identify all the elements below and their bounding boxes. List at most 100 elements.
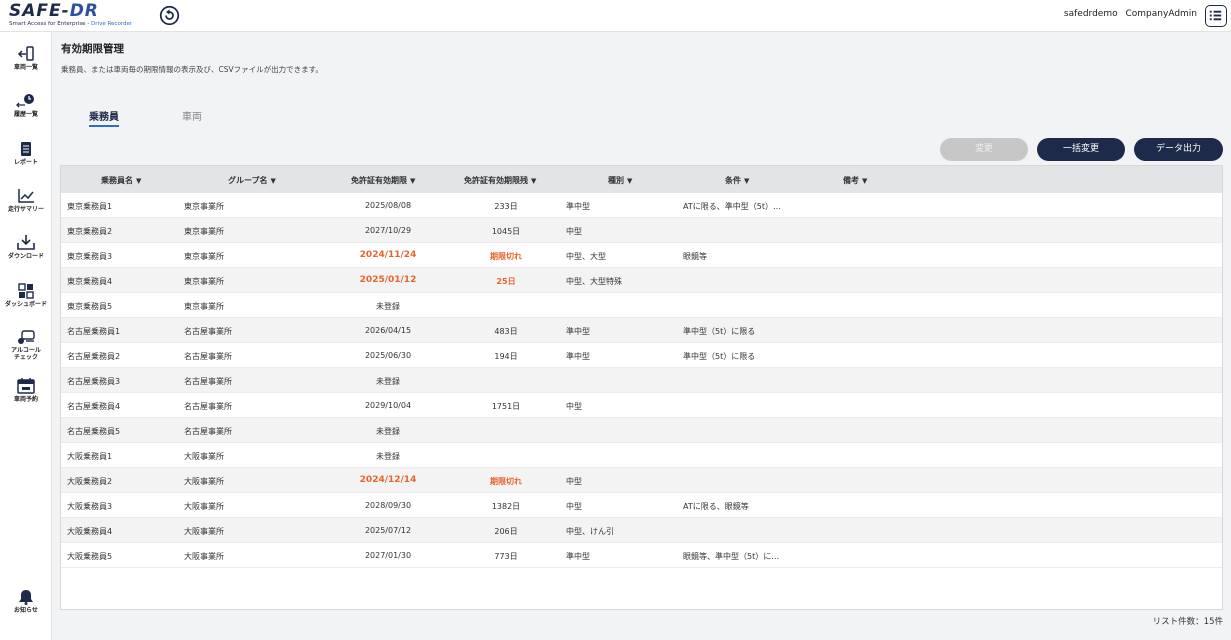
cell-expiry: 2025/08/08 — [364, 201, 412, 210]
cell-condition: 準中型（5t）に限る — [683, 352, 756, 361]
change-button[interactable]: 変更 — [940, 138, 1028, 161]
table-row[interactable]: 名古屋乗務員5 名古屋事業所 未登録 — [61, 418, 1222, 443]
page-title: 有効期限管理 — [61, 43, 124, 55]
cell-name: 大阪乗務員5 — [67, 552, 113, 561]
table-row[interactable]: 東京乗務員4 東京事業所 2025/01/12 25日 中型、大型特殊 — [61, 268, 1222, 293]
cell-group: 東京事業所 — [184, 302, 224, 311]
cell-condition: 眼鏡等 — [683, 252, 707, 261]
table-row[interactable]: 大阪乗務員4 大阪事業所 2025/07/12 206日 中型、けん引 — [61, 518, 1222, 543]
cell-remaining: 773日 — [494, 552, 518, 561]
table-row[interactable]: 名古屋乗務員4 名古屋事業所 2029/10/04 1751日 中型 — [61, 393, 1222, 418]
table-row[interactable]: 名古屋乗務員1 名古屋事業所 2026/04/15 483日 準中型 準中型（5t）に限る — [61, 318, 1222, 343]
menu-button[interactable] — [1205, 5, 1227, 27]
cell-condition: ATに限る、眼鏡等 — [683, 502, 749, 511]
cell-name: 東京乗務員3 — [67, 252, 113, 261]
tab-vehicle[interactable]: 車両 — [182, 108, 202, 125]
page-description: 乗務員、または車両毎の期限情報の表示及び、CSVファイルが出力できます。 — [61, 65, 323, 74]
refresh-icon[interactable] — [159, 5, 180, 26]
header-crew-name[interactable]: 乗務員名 ▼ — [101, 175, 141, 186]
expiry-table: 乗務員名 ▼ グループ名 ▼ 免許証有効期限 ▼ 免許証有効期限残 ▼ 種別 ▼ 条件 ▼ … — [60, 165, 1223, 610]
header-group-name[interactable]: グループ名 ▼ — [228, 175, 276, 186]
table-row[interactable]: 大阪乗務員2 大阪事業所 2024/12/14 期限切れ 中型 — [61, 468, 1222, 493]
cell-remaining: 1382日 — [491, 502, 521, 511]
cell-name: 名古屋乗務員2 — [67, 352, 121, 361]
cell-type: 準中型 — [566, 552, 590, 561]
cell-type: 準中型 — [566, 202, 590, 211]
safe-dr-logo[interactable]: SAFE-DR Smart Access for Enterprise - Dr… — [9, 3, 133, 28]
table-header: 乗務員名 ▼ グループ名 ▼ 免許証有効期限 ▼ 免許証有効期限残 ▼ 種別 ▼ 条件 ▼ … — [61, 166, 1222, 193]
table-row[interactable]: 東京乗務員3 東京事業所 2024/11/24 期限切れ 中型、大型 眼鏡等 — [61, 243, 1222, 268]
sidebar-item-report[interactable]: レポート — [0, 141, 52, 166]
table-row[interactable]: 大阪乗務員5 大阪事業所 2027/01/30 773日 準中型 眼鏡等、準中型（5t）に… — [61, 543, 1222, 568]
header-note[interactable]: 備考 ▼ — [843, 175, 867, 186]
download-icon — [17, 235, 35, 250]
cell-expiry: 2025/01/12 — [359, 275, 417, 285]
sidebar-item-notifications[interactable]: お知らせ — [0, 589, 52, 614]
header-condition[interactable]: 条件 ▼ — [725, 175, 749, 186]
cell-expiry: 2025/07/12 — [364, 526, 412, 535]
list-count: リスト件数：15件 — [1152, 617, 1223, 627]
cell-group: 東京事業所 — [184, 277, 224, 286]
cell-remaining: 1751日 — [491, 402, 521, 411]
cell-expiry: 2024/12/14 — [359, 475, 417, 485]
sort-down-icon: ▼ — [270, 177, 276, 185]
cell-name: 東京乗務員5 — [67, 302, 113, 311]
cell-condition: 準中型（5t）に限る — [683, 327, 756, 336]
header-license-remaining[interactable]: 免許証有効期限残 ▼ — [464, 175, 536, 186]
cell-name: 名古屋乗務員1 — [67, 327, 121, 336]
tab-crew[interactable]: 乗務員 — [89, 108, 119, 127]
logo-subtitle-dr: Drive Recorder — [91, 21, 133, 27]
sort-down-icon: ▼ — [862, 177, 868, 185]
header-license-expiry[interactable]: 免許証有効期限 ▼ — [351, 175, 415, 186]
menu-icon — [1209, 10, 1222, 21]
main-content: 有効期限管理 乗務員、または車両毎の期限情報の表示及び、CSVファイルが出力でき… — [52, 32, 1231, 640]
cell-group: 大阪事業所 — [184, 527, 224, 536]
cell-name: 大阪乗務員1 — [67, 452, 113, 461]
cell-expiry: 2028/09/30 — [364, 501, 412, 510]
table-row[interactable]: 大阪乗務員3 大阪事業所 2028/09/30 1382日 中型 ATに限る、眼鏡等 — [61, 493, 1222, 518]
cell-expiry: 2027/10/29 — [364, 226, 412, 235]
sidebar-item-dashboard[interactable]: ダッシュボード — [0, 283, 52, 308]
cell-group: 名古屋事業所 — [184, 377, 232, 386]
cell-type: 準中型 — [566, 327, 590, 336]
alcohol-check-icon — [18, 330, 35, 344]
cell-remaining: 206日 — [494, 527, 518, 536]
cell-type: 中型、けん引 — [566, 527, 614, 536]
user-info: safedrdemo CompanyAdmin — [1059, 9, 1197, 19]
export-button[interactable]: データ出力 — [1134, 138, 1223, 161]
table-row[interactable]: 名古屋乗務員2 名古屋事業所 2025/06/30 194日 準中型 準中型（5t）に限る — [61, 343, 1222, 368]
cell-type: 中型、大型 — [566, 252, 606, 261]
history-icon — [16, 94, 34, 108]
cell-expiry: 2024/11/24 — [359, 250, 417, 260]
cell-remaining: 194日 — [494, 352, 518, 361]
table-row[interactable]: 大阪乗務員1 大阪事業所 未登録 — [61, 443, 1222, 468]
cell-group: 東京事業所 — [184, 252, 224, 261]
vehicle-list-icon — [17, 46, 34, 61]
sidebar-item-summary[interactable]: 走行サマリー — [0, 188, 52, 213]
cell-expiry: 2029/10/04 — [364, 401, 412, 410]
bulk-change-button[interactable]: 一括変更 — [1037, 138, 1125, 161]
cell-type: 中型 — [566, 477, 582, 486]
table-row[interactable]: 東京乗務員5 東京事業所 未登録 — [61, 293, 1222, 318]
cell-type: 中型、大型特殊 — [566, 277, 622, 286]
bell-icon — [19, 590, 33, 605]
table-row[interactable]: 東京乗務員1 東京事業所 2025/08/08 233日 準中型 ATに限る、準中型（5t… — [61, 193, 1222, 218]
sidebar-item-alcohol-check[interactable]: アルコール チェック — [0, 330, 52, 361]
sidebar-item-vehicle-list[interactable]: 車両一覧 — [0, 46, 52, 71]
table-row[interactable]: 東京乗務員2 東京事業所 2027/10/29 1045日 中型 — [61, 218, 1222, 243]
logo-subtitle: Smart Access for Enterprise - — [9, 21, 92, 27]
cell-expiry: 未登録 — [376, 377, 400, 386]
cell-remaining: 233日 — [494, 202, 518, 211]
app-header: SAFE-DR Smart Access for Enterprise - Dr… — [0, 0, 1231, 32]
cell-expiry: 2026/04/15 — [364, 326, 412, 335]
cell-name: 東京乗務員1 — [67, 202, 113, 211]
sidebar-item-history[interactable]: 履歴一覧 — [0, 93, 52, 118]
cell-expiry: 2025/06/30 — [364, 351, 412, 360]
cell-group: 名古屋事業所 — [184, 427, 232, 436]
header-type[interactable]: 種別 ▼ — [608, 175, 632, 186]
sidebar-item-reservation[interactable]: 車両予約 — [0, 377, 52, 403]
sidebar-item-download[interactable]: ダウンロード — [0, 234, 52, 260]
cell-expiry: 未登録 — [376, 452, 400, 461]
table-row[interactable]: 名古屋乗務員3 名古屋事業所 未登録 — [61, 368, 1222, 393]
cell-type: 中型 — [566, 227, 582, 236]
